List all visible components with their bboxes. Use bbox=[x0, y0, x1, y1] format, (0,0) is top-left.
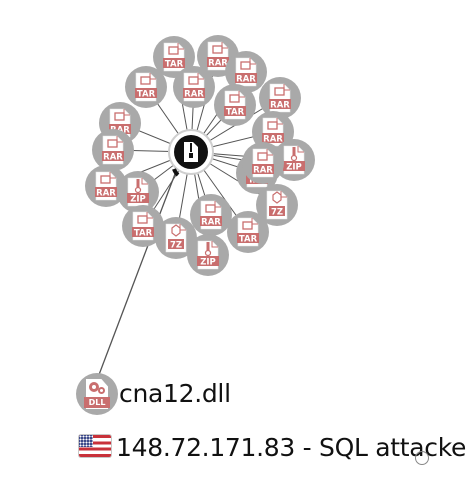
file-type-label: TAR bbox=[165, 60, 184, 70]
file-type-label: 7Z bbox=[170, 241, 182, 251]
file-node-rar[interactable]: RAR bbox=[173, 66, 215, 108]
file-type-label: TAR bbox=[137, 90, 156, 100]
gear-small-icon bbox=[98, 387, 105, 394]
file-type-label: RAR bbox=[270, 101, 290, 111]
graph-canvas: TAR RAR TAR RAR RAR RAR TAR RAR RAR RAR ZIP RAR ZIP T… bbox=[0, 0, 467, 479]
file-node-tar[interactable]: TAR bbox=[214, 84, 256, 126]
file-type-label: 7Z bbox=[271, 208, 283, 218]
file-type-label: RAR bbox=[184, 90, 204, 100]
file-node-rar[interactable]: RAR bbox=[92, 129, 134, 171]
file-type-label: RAR bbox=[201, 218, 221, 228]
flag-canton bbox=[79, 435, 93, 447]
file-type-label: TAR bbox=[239, 235, 258, 245]
file-type-label: RAR bbox=[236, 75, 256, 85]
file-type-label: ZIP bbox=[286, 163, 302, 173]
file-type-label: ZIP bbox=[200, 258, 216, 268]
file-node-rar[interactable]: RAR bbox=[242, 142, 284, 184]
file-type-label: RAR bbox=[253, 166, 273, 176]
zip-file-icon bbox=[184, 142, 198, 162]
file-node-tar[interactable]: TAR bbox=[125, 66, 167, 108]
file-node-rar[interactable]: RAR bbox=[190, 194, 232, 236]
dll-badge: DLL bbox=[84, 397, 110, 408]
file-type-label: RAR bbox=[208, 59, 228, 69]
us-flag-icon[interactable] bbox=[79, 435, 111, 457]
wechat-icon bbox=[415, 451, 429, 465]
file-node-tar[interactable]: TAR bbox=[227, 211, 269, 253]
dll-node-label[interactable]: cna12.dll bbox=[119, 381, 231, 406]
file-type-label: RAR bbox=[103, 153, 123, 163]
link-graph: TAR RAR TAR RAR RAR RAR TAR RAR RAR RAR ZIP RAR ZIP T… bbox=[85, 35, 315, 381]
file-type-label: TAR bbox=[134, 229, 153, 239]
watermark bbox=[415, 449, 465, 469]
file-type-label: TAR bbox=[226, 108, 245, 118]
file-node-zip[interactable]: ZIP bbox=[187, 234, 229, 276]
file-type-label: RAR bbox=[96, 189, 116, 199]
dll-node[interactable]: DLL bbox=[76, 373, 118, 415]
center-node[interactable] bbox=[168, 129, 214, 177]
file-type-label: ZIP bbox=[130, 195, 146, 205]
